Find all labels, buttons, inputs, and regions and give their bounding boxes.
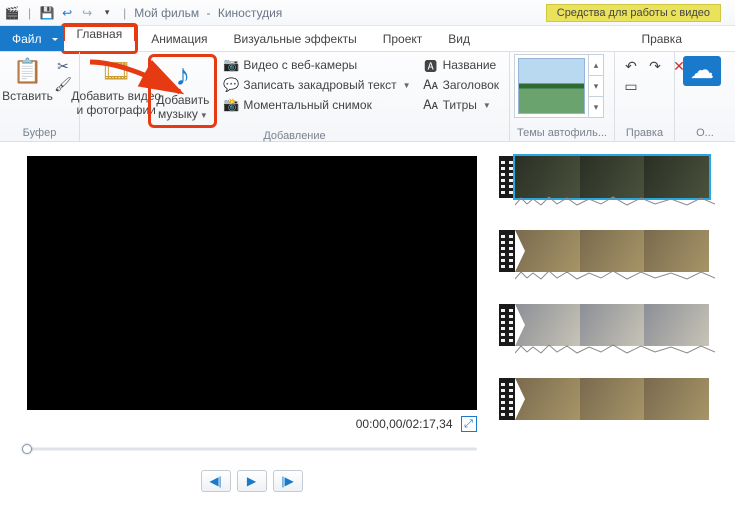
next-frame-button[interactable]: |▶ <box>273 470 303 492</box>
paste-icon: 📋 <box>12 56 44 88</box>
onedrive-button[interactable]: ☁ <box>679 54 725 88</box>
preview-pane: 00:00,00/02:17,34 ⤢ ◀| ▶ |▶ <box>0 142 495 528</box>
time-row: 00:00,00/02:17,34 ⤢ <box>27 416 477 432</box>
snapshot-button[interactable]: 📸Моментальный снимок <box>221 96 412 114</box>
clip-1[interactable] <box>499 156 709 206</box>
select-all-icon[interactable]: ▭ <box>623 78 639 94</box>
scrub-bar[interactable] <box>27 442 477 456</box>
waveform-icon <box>515 196 715 206</box>
theme-more-icon[interactable]: ▾ <box>589 97 603 117</box>
redo-icon[interactable]: ↪ <box>79 5 95 21</box>
window-title-project: Мой фильм <box>134 6 199 20</box>
clip-4[interactable] <box>499 378 709 428</box>
ribbon-group-edit: ↶ ↷ ✕ ▭ Правка <box>615 52 675 141</box>
window-title-app: Киностудия <box>218 6 282 20</box>
quick-access-toolbar: 🎬 | 💾 ↩ ↪ ▾ | <box>4 5 130 21</box>
webcam-icon: 📷 <box>223 57 239 73</box>
waveform-icon <box>515 344 715 354</box>
cloud-icon: ☁ <box>683 56 721 86</box>
paste-button[interactable]: 📋 Вставить <box>4 54 51 106</box>
tab-edit-context[interactable]: Правка <box>628 26 695 51</box>
add-music-button[interactable]: ♪ Добавить музыку▼ <box>152 58 213 124</box>
qat-more-icon[interactable]: ▾ <box>99 5 115 21</box>
music-note-icon: ♪ <box>167 60 199 92</box>
theme-down-icon[interactable]: ▾ <box>589 76 603 97</box>
theme-gallery[interactable]: ▴ ▾ ▾ <box>514 54 604 118</box>
ribbon-tabs: Файл Главная Анимация Визуальные эффекты… <box>0 26 735 52</box>
tab-effects[interactable]: Визуальные эффекты <box>221 26 370 51</box>
theme-gallery-controls: ▴ ▾ ▾ <box>588 55 603 117</box>
ribbon-group-buffer: 📋 Вставить ✂ 🖌 Буфер <box>0 52 80 141</box>
tab-main[interactable]: Главная <box>64 26 136 41</box>
ribbon: 📋 Вставить ✂ 🖌 Буфер 🎞 Добавить видео и … <box>0 52 735 142</box>
webcam-button[interactable]: 📷Видео с веб-камеры <box>221 56 412 74</box>
highlight-add-music: ♪ Добавить музыку▼ <box>148 54 217 128</box>
add-caption-button[interactable]: 🗛Титры▼ <box>421 96 501 114</box>
save-icon[interactable]: 💾 <box>39 5 55 21</box>
cut-icon[interactable]: ✂ <box>55 58 71 74</box>
add-title-button[interactable]: 🅰Название <box>421 56 501 74</box>
ribbon-group-themes: ▴ ▾ ▾ Темы автофиль... <box>510 52 615 141</box>
video-preview[interactable] <box>27 156 477 410</box>
prev-frame-button[interactable]: ◀| <box>201 470 231 492</box>
tab-file[interactable]: Файл <box>0 26 64 51</box>
rotate-right-icon[interactable]: ↷ <box>647 58 663 74</box>
play-button[interactable]: ▶ <box>237 470 267 492</box>
film-icon: 🎞 <box>100 56 132 88</box>
add-header-button[interactable]: 🗛Заголовок <box>421 76 501 94</box>
clip-3[interactable] <box>499 304 709 354</box>
waveform-icon <box>515 270 715 280</box>
group-label-overflow: О... <box>675 127 735 141</box>
scrub-thumb[interactable] <box>22 444 32 454</box>
clip-2[interactable] <box>499 230 709 280</box>
caption-icon: 🗛 <box>423 97 439 113</box>
tab-project[interactable]: Проект <box>370 26 436 51</box>
ribbon-group-overflow: ☁ О... <box>675 52 735 141</box>
ribbon-group-add: 🎞 Добавить видео и фотографии ♪ Добавить… <box>80 52 510 141</box>
group-label-buffer: Буфер <box>0 127 79 141</box>
app-icon: 🎬 <box>4 5 20 21</box>
undo-icon[interactable]: ↩ <box>59 5 75 21</box>
rotate-left-icon[interactable]: ↶ <box>623 58 639 74</box>
fullscreen-icon[interactable]: ⤢ <box>461 416 477 432</box>
title-icon: 🅰 <box>423 57 439 73</box>
format-painter-icon[interactable]: 🖌 <box>55 76 71 92</box>
theme-up-icon[interactable]: ▴ <box>589 55 603 76</box>
header-icon: 🗛 <box>423 77 439 93</box>
theme-thumbnail <box>518 58 585 114</box>
voiceover-button[interactable]: 💬Записать закадровый текст▼ <box>221 76 412 94</box>
context-tab-header: Средства для работы с видео <box>546 4 721 22</box>
storyboard[interactable] <box>495 142 735 528</box>
mic-icon: 💬 <box>223 77 239 93</box>
time-display: 00:00,00/02:17,34 <box>356 417 453 431</box>
group-label-edit: Правка <box>615 127 674 141</box>
content-area: 00:00,00/02:17,34 ⤢ ◀| ▶ |▶ <box>0 142 735 528</box>
transport-controls: ◀| ▶ |▶ <box>201 470 303 492</box>
camera-icon: 📸 <box>223 97 239 113</box>
group-label-themes: Темы автофиль... <box>510 127 614 141</box>
highlight-main-tab: Главная <box>61 23 139 54</box>
tab-view[interactable]: Вид <box>435 26 483 51</box>
tab-animation[interactable]: Анимация <box>138 26 220 51</box>
add-media-button[interactable]: 🎞 Добавить видео и фотографии <box>84 54 148 120</box>
